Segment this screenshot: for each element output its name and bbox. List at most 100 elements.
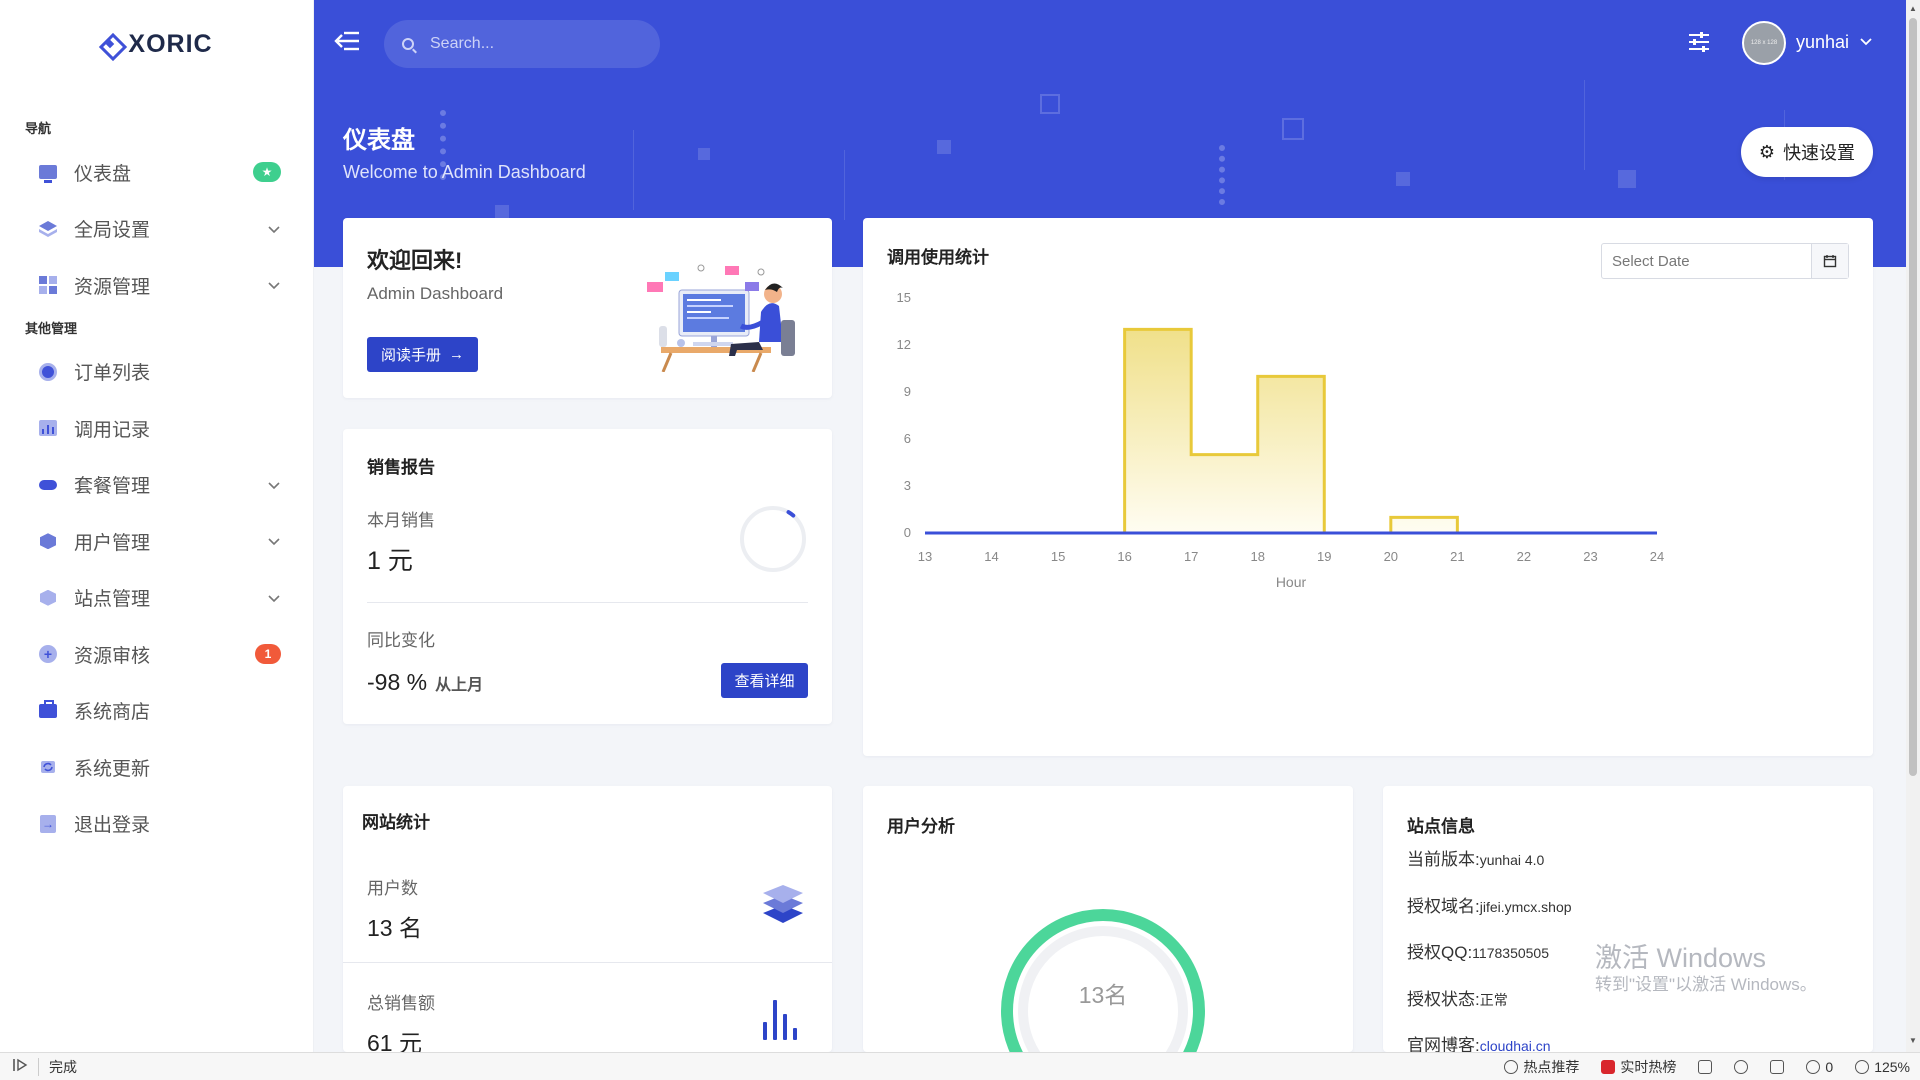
- arrow-right-icon: →: [449, 346, 464, 363]
- info-row-qq: 授权QQ:1178350505: [1407, 938, 1549, 963]
- monitor-icon: [38, 162, 58, 184]
- decor-line: [1584, 80, 1585, 170]
- scrollbar-thumb[interactable]: [1909, 18, 1917, 776]
- y-tick-label: 15: [897, 290, 911, 305]
- chevron-down-icon[interactable]: [1860, 33, 1872, 49]
- brand-logo[interactable]: XORIC: [0, 0, 313, 88]
- site-stats-card: 网站统计 用户数 13 名 总销售额 61 元: [343, 786, 832, 1056]
- decor-square: [1618, 170, 1636, 188]
- x-tick-label: 23: [1583, 549, 1597, 564]
- sidebar-item-orders[interactable]: 订单列表: [0, 344, 313, 401]
- card-title: 用户分析: [887, 817, 955, 836]
- sidebar-item-global-settings[interactable]: 全局设置: [0, 201, 313, 258]
- nav-section-label: 其他管理: [25, 320, 78, 336]
- pill-icon: [38, 475, 58, 495]
- refresh-icon: [38, 757, 58, 777]
- sidebar-item-label: 站点管理: [74, 589, 151, 611]
- blog-link[interactable]: cloudhai.cn: [1480, 1038, 1551, 1052]
- info-key: 授权域名:: [1407, 897, 1480, 916]
- avatar[interactable]: 128 x 128: [1742, 21, 1786, 65]
- sidebar-item-store[interactable]: 系统商店: [0, 683, 313, 740]
- x-tick-label: 19: [1317, 549, 1331, 564]
- x-tick-label: 17: [1184, 549, 1198, 564]
- sidebar-item-label: 调用记录: [74, 419, 151, 441]
- sidebar-item-call-records[interactable]: 调用记录: [0, 400, 313, 457]
- sidebar-item-plans[interactable]: 套餐管理: [0, 457, 313, 514]
- info-row-blog: 官网博客:cloudhai.cn: [1407, 1031, 1551, 1052]
- month-sales-value: 1 元: [367, 547, 413, 575]
- page-title: 仪表盘: [343, 127, 415, 154]
- decor-line: [844, 150, 845, 220]
- site-info-card: 站点信息 当前版本:yunhai 4.0 授权域名:jifei.ymcx.sho…: [1383, 786, 1873, 1052]
- info-value: yunhai 4.0: [1479, 852, 1545, 868]
- bag-icon: [38, 699, 58, 721]
- page-scrollbar[interactable]: ▲ ▼: [1906, 0, 1920, 1052]
- sidebar-item-dashboard[interactable]: 仪表盘 ★: [0, 144, 313, 201]
- browser-status-bar: 完成 热点推荐 实时热榜 0 125%: [0, 1052, 1920, 1080]
- cube-icon: [38, 531, 58, 551]
- scroll-up-icon[interactable]: ▲: [1909, 4, 1917, 13]
- sidebar-item-users[interactable]: 用户管理: [0, 513, 313, 570]
- sidebar-item-logout[interactable]: → 退出登录: [0, 796, 313, 853]
- card-title: 站点信息: [1407, 817, 1475, 836]
- trending-label: 实时热榜: [1620, 1059, 1677, 1075]
- sidebar-item-label: 订单列表: [74, 363, 151, 385]
- info-value: 1178350505: [1472, 945, 1549, 961]
- total-sales-label: 总销售额: [367, 994, 435, 1013]
- zoom-level: 125%: [1874, 1059, 1910, 1075]
- zoom-control[interactable]: 125%: [1855, 1059, 1910, 1075]
- y-tick-label: 12: [897, 337, 911, 352]
- info-key: 官网博客:: [1407, 1036, 1480, 1052]
- download-button[interactable]: [1770, 1060, 1785, 1074]
- sidebar-item-sites[interactable]: 站点管理: [0, 570, 313, 627]
- decor-square: [1396, 172, 1410, 186]
- activation-watermark-sub: 转到"设置"以激活 Windows。: [1595, 975, 1817, 994]
- shield-button[interactable]: [1698, 1060, 1713, 1074]
- user-name[interactable]: yunhai: [1796, 32, 1849, 53]
- y-tick-label: 0: [904, 525, 911, 540]
- change-label: 同比变化: [367, 631, 435, 650]
- quick-settings-button[interactable]: ⚙ 快速设置: [1741, 127, 1873, 177]
- plus-circle-icon: +: [38, 644, 58, 664]
- change-suffix: 从上月: [435, 677, 484, 694]
- y-tick-label: 6: [904, 431, 911, 446]
- sliders-icon[interactable]: [1687, 30, 1711, 54]
- info-key: 当前版本:: [1407, 850, 1480, 869]
- sales-report-card: 销售报告 本月销售 1 元 同比变化 -98 % 从上月 查看详细: [343, 429, 832, 724]
- sound-button[interactable]: [1734, 1060, 1749, 1074]
- layers-icon: [763, 885, 803, 923]
- adblock-counter[interactable]: 0: [1806, 1059, 1833, 1075]
- sidebar-item-label: 套餐管理: [74, 476, 151, 498]
- user-count-value: 13 名: [367, 915, 422, 941]
- search-input[interactable]: [430, 35, 630, 53]
- info-row-domain: 授权域名:jifei.ymcx.shop: [1407, 892, 1572, 917]
- divider: [343, 962, 832, 963]
- page-subtitle: Welcome to Admin Dashboard: [343, 162, 586, 182]
- scroll-down-icon[interactable]: ▼: [1909, 1036, 1917, 1045]
- user-analysis-card: 用户分析 13名: [863, 786, 1353, 1052]
- decor-square: [1040, 94, 1060, 114]
- sidebar-item-update[interactable]: 系统更新: [0, 739, 313, 796]
- month-sales-label: 本月销售: [367, 511, 435, 530]
- x-axis-label: Hour: [1276, 574, 1307, 590]
- decor-square: [698, 148, 710, 160]
- sidebar-item-resources[interactable]: 资源管理: [0, 257, 313, 314]
- search-box[interactable]: [384, 20, 660, 68]
- trending[interactable]: 实时热榜: [1601, 1057, 1676, 1077]
- block-count: 0: [1825, 1059, 1834, 1075]
- sidebar-toggle-icon[interactable]: [12, 1058, 28, 1075]
- donut-center-value: 13名: [1078, 982, 1128, 1008]
- read-manual-button[interactable]: 阅读手册 →: [367, 337, 478, 372]
- menu-toggle-icon[interactable]: [334, 30, 360, 54]
- info-row-version: 当前版本:yunhai 4.0: [1407, 845, 1544, 870]
- bar-chart-icon: [763, 996, 803, 1040]
- sidebar-item-review[interactable]: + 资源审核 1: [0, 626, 313, 683]
- chart-icon: [1601, 1060, 1616, 1074]
- exit-icon: →: [40, 814, 56, 833]
- sales-progress-ring: [740, 506, 806, 572]
- decor-square: [1282, 118, 1304, 140]
- view-details-button[interactable]: 查看详细: [721, 663, 808, 698]
- hot-recommend[interactable]: 热点推荐: [1504, 1057, 1579, 1077]
- y-tick-label: 3: [904, 478, 911, 493]
- change-percent: -98 %: [367, 669, 428, 695]
